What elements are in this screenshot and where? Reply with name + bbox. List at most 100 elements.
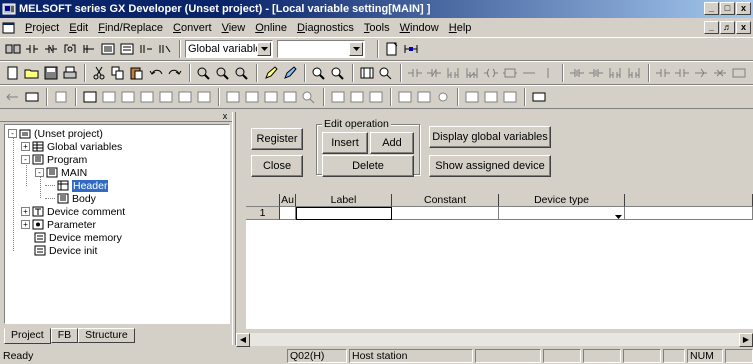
chevron-down-icon[interactable] bbox=[257, 42, 271, 56]
tab-project[interactable]: Project bbox=[4, 328, 51, 344]
alias-mode-icon[interactable] bbox=[281, 89, 298, 106]
entry-monitor-icon[interactable] bbox=[195, 89, 212, 106]
show-assigned-device-button[interactable]: Show assigned device bbox=[429, 155, 551, 177]
au-cell[interactable] bbox=[280, 207, 296, 220]
tree-item-device-init[interactable]: Device init bbox=[34, 244, 97, 257]
close-editor-button[interactable]: Close bbox=[251, 155, 303, 177]
menu-diagnostics[interactable]: Diagnostics bbox=[292, 22, 359, 34]
tab-fb[interactable]: FB bbox=[50, 328, 79, 343]
fb-icon[interactable] bbox=[463, 89, 480, 106]
function-key-icon[interactable] bbox=[730, 65, 747, 82]
delete-button[interactable]: Delete bbox=[322, 155, 414, 177]
ladder-switch-icon[interactable] bbox=[402, 41, 419, 58]
fb-insert-icon[interactable] bbox=[482, 89, 499, 106]
coil-icon[interactable] bbox=[482, 65, 499, 82]
menu-online[interactable]: Online bbox=[250, 22, 292, 34]
new-project-icon[interactable] bbox=[4, 65, 21, 82]
falling-parallel-icon[interactable] bbox=[625, 65, 642, 82]
parallel-open-icon[interactable] bbox=[444, 65, 461, 82]
plc-read-icon[interactable] bbox=[52, 89, 69, 106]
comment-mode-icon[interactable] bbox=[224, 89, 241, 106]
display-global-variables-button[interactable]: Display global variables bbox=[429, 126, 551, 148]
chevron-down-icon[interactable] bbox=[349, 42, 363, 56]
menu-edit[interactable]: Edit bbox=[64, 22, 93, 34]
label-cell[interactable] bbox=[296, 207, 392, 220]
rising-parallel-icon[interactable] bbox=[606, 65, 623, 82]
paste-icon[interactable] bbox=[128, 65, 145, 82]
device-list-icon[interactable] bbox=[118, 41, 135, 58]
menu-window[interactable]: Window bbox=[395, 22, 444, 34]
delete-line-icon[interactable] bbox=[711, 65, 728, 82]
tree-item-global-variables[interactable]: + Global variables bbox=[21, 140, 122, 153]
constant-cell[interactable] bbox=[392, 207, 499, 220]
tree-item-body[interactable]: Body bbox=[57, 192, 96, 205]
menu-tools[interactable]: Tools bbox=[359, 22, 395, 34]
scroll-right-icon[interactable]: ▶ bbox=[739, 333, 753, 347]
chevron-down-icon[interactable] bbox=[615, 210, 622, 219]
menu-help[interactable]: Help bbox=[444, 22, 477, 34]
save-icon[interactable] bbox=[42, 65, 59, 82]
redo-icon[interactable] bbox=[166, 65, 183, 82]
horizontal-scrollbar[interactable]: ◀ ▶ bbox=[236, 332, 753, 347]
open-contact-icon[interactable] bbox=[406, 65, 423, 82]
statement-mode-icon[interactable] bbox=[243, 89, 260, 106]
read-mode-icon[interactable] bbox=[281, 65, 298, 82]
string-search-icon[interactable] bbox=[233, 65, 250, 82]
closed-contact-icon[interactable] bbox=[425, 65, 442, 82]
grid-header-au[interactable]: Au bbox=[280, 194, 296, 207]
mdi-close-button[interactable]: x bbox=[736, 21, 751, 34]
monitor-start-icon[interactable] bbox=[119, 89, 136, 106]
tree-item-main[interactable]: - MAIN bbox=[35, 166, 87, 179]
mdi-restore-button[interactable]: ♬ bbox=[720, 21, 735, 34]
grid-empty-area[interactable] bbox=[246, 220, 753, 329]
label-program-icon[interactable] bbox=[434, 89, 451, 106]
rising-pulse-icon[interactable] bbox=[568, 65, 585, 82]
note-mode-icon[interactable] bbox=[262, 89, 279, 106]
find-contact-icon[interactable] bbox=[23, 41, 40, 58]
open-project-icon[interactable] bbox=[23, 65, 40, 82]
cut-icon[interactable] bbox=[90, 65, 107, 82]
close-button[interactable]: x bbox=[736, 2, 751, 15]
list-mode-icon[interactable] bbox=[377, 65, 394, 82]
register-button[interactable]: Register bbox=[251, 128, 303, 150]
add-button[interactable]: Add bbox=[370, 132, 414, 154]
structure-icon[interactable] bbox=[530, 89, 547, 106]
device-search-icon[interactable] bbox=[195, 65, 212, 82]
parallel-closed-icon[interactable] bbox=[463, 65, 480, 82]
monitor-mode-icon[interactable] bbox=[310, 65, 327, 82]
plc-verify-icon[interactable] bbox=[100, 89, 117, 106]
copy-icon[interactable] bbox=[109, 65, 126, 82]
cross-reference-icon[interactable] bbox=[61, 41, 78, 58]
step-jump-icon[interactable] bbox=[80, 41, 97, 58]
connection-setup-icon[interactable] bbox=[4, 89, 21, 106]
operation-result-icon[interactable] bbox=[692, 65, 709, 82]
sfc-step-icon[interactable] bbox=[348, 89, 365, 106]
tree-item-project[interactable]: - (Unset project) bbox=[8, 127, 103, 140]
undo-icon[interactable] bbox=[147, 65, 164, 82]
falling-pulse-icon[interactable] bbox=[587, 65, 604, 82]
menu-find-replace[interactable]: Find/Replace bbox=[93, 22, 168, 34]
find-instruction-icon[interactable] bbox=[42, 41, 59, 58]
sfc-icon[interactable] bbox=[329, 89, 346, 106]
melsoft-app-icon[interactable] bbox=[2, 2, 16, 16]
program-select[interactable] bbox=[277, 40, 365, 58]
comment-view-icon[interactable] bbox=[137, 41, 154, 58]
fb-edit-icon[interactable] bbox=[501, 89, 518, 106]
statement-view-icon[interactable] bbox=[156, 41, 173, 58]
zoom-icon[interactable] bbox=[300, 89, 317, 106]
device-test-icon[interactable] bbox=[176, 89, 193, 106]
pane-grip[interactable]: x bbox=[0, 112, 232, 122]
tree-item-program[interactable]: - Program bbox=[21, 153, 87, 166]
vline-icon[interactable] bbox=[539, 65, 556, 82]
mdi-minimize-button[interactable]: _ bbox=[704, 21, 719, 34]
variable-scope-select[interactable]: Global variable bbox=[185, 40, 273, 58]
grid-header-extra[interactable] bbox=[625, 194, 753, 207]
table-row[interactable]: 1 bbox=[246, 207, 753, 220]
tree-item-parameter[interactable]: + Parameter bbox=[21, 218, 96, 231]
plc-write-icon[interactable] bbox=[81, 89, 98, 106]
close-icon[interactable]: x bbox=[220, 112, 230, 121]
tree-item-header[interactable]: Header bbox=[57, 179, 109, 192]
insert-button[interactable]: Insert bbox=[322, 132, 368, 154]
print-icon[interactable] bbox=[61, 65, 78, 82]
menu-project[interactable]: Project bbox=[20, 22, 64, 34]
